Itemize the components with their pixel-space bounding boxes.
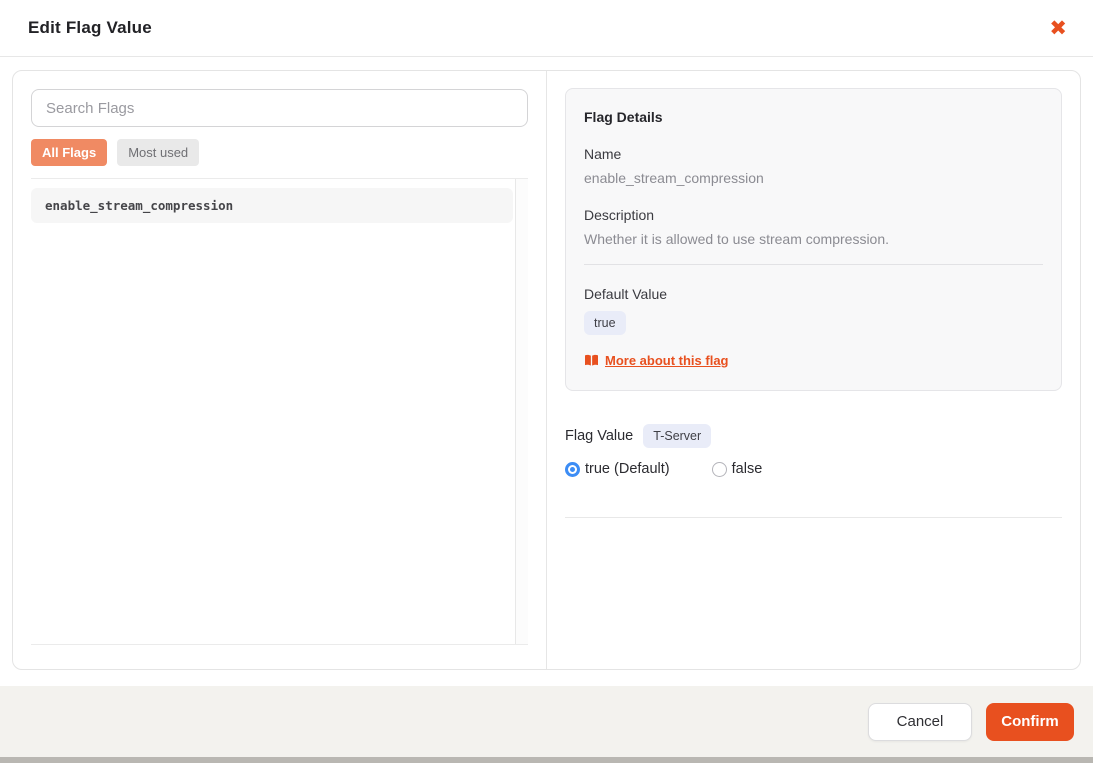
radio-false-icon[interactable] bbox=[711, 461, 727, 477]
flag-value-radio-group: true (Default) false bbox=[565, 461, 1062, 477]
card-divider bbox=[584, 264, 1043, 265]
flag-value-label: Flag Value bbox=[565, 428, 634, 444]
radio-true-label: true (Default) bbox=[585, 461, 670, 477]
close-icon[interactable]: ✖ bbox=[1049, 17, 1067, 39]
modal-body: All Flags Most used enable_stream_compre… bbox=[12, 70, 1081, 670]
list-scrollbar[interactable] bbox=[515, 179, 528, 644]
flag-details-card: Flag Details Name enable_stream_compress… bbox=[565, 88, 1062, 391]
book-icon bbox=[584, 354, 599, 367]
page-scrollbar[interactable] bbox=[0, 757, 1093, 763]
radio-true-icon[interactable] bbox=[565, 461, 580, 477]
radio-option-false[interactable]: false bbox=[711, 461, 763, 477]
scope-badge: T-Server bbox=[643, 424, 712, 448]
modal-header: Edit Flag Value ✖ bbox=[0, 0, 1093, 57]
flag-filter-tabs: All Flags Most used bbox=[31, 139, 528, 166]
description-value: Whether it is allowed to use stream comp… bbox=[584, 231, 890, 247]
name-label: Name bbox=[584, 146, 622, 162]
flag-details-heading: Flag Details bbox=[584, 109, 663, 125]
flag-detail-panel: Flag Details Name enable_stream_compress… bbox=[547, 71, 1080, 669]
default-value-label: Default Value bbox=[584, 286, 668, 302]
flag-list-item[interactable]: enable_stream_compression bbox=[31, 188, 513, 223]
default-value-badge: true bbox=[584, 311, 626, 335]
flag-value-section: Flag Value T-Server true (Default) false bbox=[565, 424, 1062, 518]
radio-option-true[interactable]: true (Default) bbox=[565, 461, 670, 477]
modal-footer: Cancel Confirm bbox=[0, 686, 1093, 757]
flag-list: enable_stream_compression bbox=[31, 178, 528, 645]
search-input[interactable] bbox=[31, 89, 528, 127]
radio-false-label: false bbox=[731, 461, 763, 477]
more-about-flag-link[interactable]: More about this flag bbox=[605, 353, 729, 368]
flag-value-head: Flag Value T-Server bbox=[565, 424, 1062, 448]
cancel-button[interactable]: Cancel bbox=[868, 702, 972, 741]
flag-search-panel: All Flags Most used enable_stream_compre… bbox=[13, 71, 547, 669]
tab-all-flags[interactable]: All Flags bbox=[31, 139, 108, 166]
name-value: enable_stream_compression bbox=[584, 170, 764, 186]
more-link-row: More about this flag bbox=[584, 353, 1043, 368]
modal-title: Edit Flag Value bbox=[28, 18, 152, 37]
confirm-button[interactable]: Confirm bbox=[986, 702, 1074, 741]
tab-most-used[interactable]: Most used bbox=[117, 139, 200, 166]
description-label: Description bbox=[584, 207, 655, 223]
section-divider bbox=[565, 517, 1062, 518]
